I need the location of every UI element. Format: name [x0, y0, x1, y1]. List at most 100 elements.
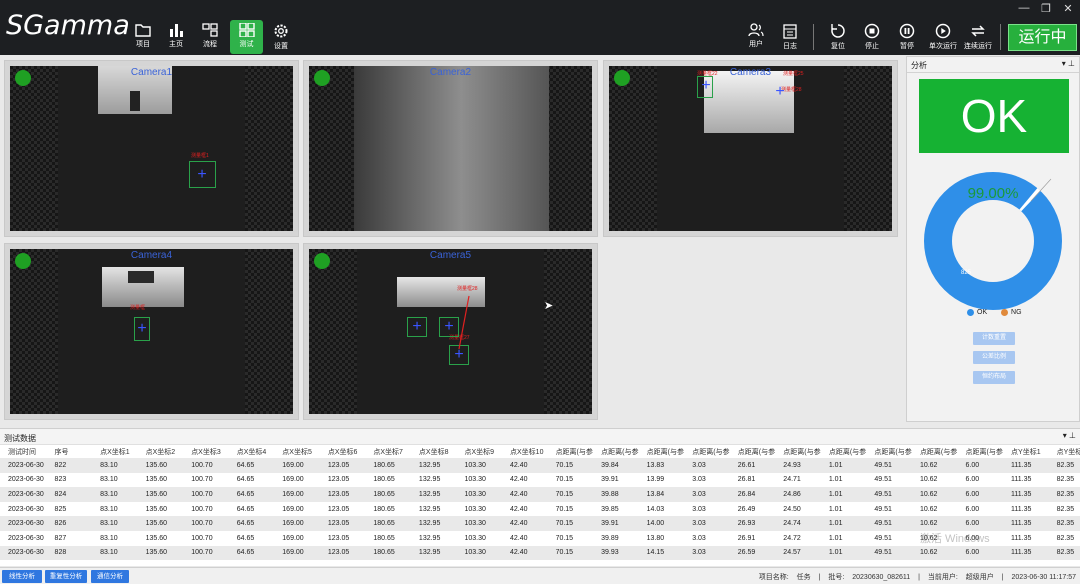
column-header[interactable]: 点X坐标4 [228, 445, 275, 458]
table-cell: 82.35 [1048, 516, 1080, 531]
table-cell: 10.62 [911, 545, 958, 561]
camera-1-feed[interactable]: Camera1 测量框1 + [10, 66, 293, 231]
column-header[interactable]: 点距离(与参 [866, 445, 912, 458]
user-button[interactable]: 用户 [741, 20, 771, 54]
restore-button[interactable]: ❐ [1038, 2, 1054, 15]
table-row[interactable]: 2023-06-30 823 83.10 135.60 100.70 64.65 169.0… [0, 472, 1080, 488]
column-header[interactable]: 点X坐标2 [137, 445, 184, 458]
column-header[interactable]: 点X坐标3 [183, 445, 229, 458]
camera-5-feed[interactable]: Camera5 测量框28 测量框27 + + + [309, 249, 592, 414]
column-header[interactable]: 点X坐标5 [274, 445, 320, 458]
table-cell: 39.93 [593, 545, 639, 561]
table-cell: 83.10 [92, 516, 138, 531]
table-cell: 180.65 [365, 458, 411, 473]
column-header[interactable]: 点距离(与参 [911, 445, 958, 458]
count-reset-button[interactable]: 计数重置 [973, 332, 1015, 345]
table-cell: 82.35 [1048, 501, 1080, 517]
pause-button[interactable]: 暂停 [892, 20, 922, 54]
column-header[interactable]: 点距离(与参 [547, 445, 594, 458]
column-header[interactable]: 点Y坐标1 [1003, 445, 1049, 458]
reset-button[interactable]: 复位 [823, 20, 853, 54]
run-status-button[interactable]: 运行中 [1008, 24, 1077, 51]
stop-button[interactable]: 停止 [857, 20, 887, 54]
table-cell: 3.03 [684, 487, 730, 502]
nav-test-button[interactable]: 测试 [230, 20, 263, 54]
nav-label: 流程 [203, 41, 217, 48]
table-row[interactable]: 2023-06-30 827 83.10 135.60 100.70 64.65 169.0… [0, 530, 1080, 546]
table-cell: 39.88 [593, 487, 639, 502]
table-cell: 39.85 [593, 501, 639, 517]
camera-4-feed[interactable]: Camera4 测量框 + [10, 249, 293, 414]
camera-title: Camera5 [429, 250, 472, 261]
column-header[interactable]: 点距离(与参 [775, 445, 821, 458]
nav-flow-button[interactable]: 流程 [195, 20, 225, 54]
column-header[interactable]: 点距离(与参 [820, 445, 867, 458]
column-header[interactable]: 点距离(与参 [638, 445, 685, 458]
table-cell: 169.00 [274, 516, 320, 531]
column-header[interactable]: 点距离(与参 [684, 445, 730, 458]
camera-3-feed[interactable]: Camera3 测量框22 测量框25 测量框28 + + [609, 66, 892, 231]
datetime: 2023-06-30 11:17:57 [1011, 574, 1076, 581]
nav-settings-button[interactable]: 设置 [266, 20, 296, 54]
column-header[interactable]: 测试时间 [0, 445, 47, 458]
column-header[interactable]: 序号 [46, 445, 93, 458]
table-cell: 49.51 [866, 516, 912, 531]
nav-home-button[interactable]: 主页 [161, 20, 191, 54]
current-user-value: 超级用户 [965, 574, 994, 581]
table-cell: 26.59 [729, 545, 776, 561]
activation-watermark: 激活 Windows [920, 533, 990, 545]
pin-icon[interactable]: ▾ ⊥ [1063, 431, 1076, 440]
table-row[interactable]: 2023-06-30 828 83.10 135.60 100.70 64.65 169.0… [0, 545, 1080, 561]
log-button[interactable]: 日志 [775, 20, 805, 54]
legend-ng-label: NG [1011, 309, 1022, 316]
continuous-run-button[interactable]: 连续运行 [963, 20, 993, 54]
column-header[interactable]: 点Y坐标2 [1048, 445, 1080, 458]
part-image [354, 66, 549, 231]
flow-icon [202, 23, 218, 37]
column-header[interactable]: 点距离(与参 [593, 445, 639, 458]
repeatability-analysis-button[interactable]: 重复性分析 [45, 570, 87, 583]
close-button[interactable]: ✕ [1060, 2, 1076, 15]
table-cell: 111.35 [1003, 458, 1049, 473]
column-header[interactable]: 点X坐标1 [92, 445, 138, 458]
table-cell: 169.00 [274, 545, 320, 561]
table-cell: 2023-06-30 [0, 545, 47, 561]
project-name-value: 任务 [796, 574, 811, 581]
table-row[interactable]: 2023-06-30 824 83.10 135.60 100.70 64.65 169.0… [0, 487, 1080, 502]
column-header[interactable]: 点距离(与参 [957, 445, 1004, 458]
table-cell: 824 [46, 487, 93, 502]
column-header[interactable]: 点X坐标8 [410, 445, 457, 458]
table-cell: 39.84 [593, 458, 639, 473]
table-cell: 135.60 [137, 516, 184, 531]
linear-analysis-button[interactable]: 线性分析 [2, 570, 42, 583]
table-cell: 64.65 [228, 487, 275, 502]
table-cell: 100.70 [183, 501, 229, 517]
column-header[interactable]: 点X坐标10 [502, 445, 548, 458]
table-cell: 169.00 [274, 530, 320, 546]
column-header[interactable]: 点X坐标7 [365, 445, 411, 458]
table-row[interactable]: 2023-06-30 822 83.10 135.60 100.70 64.65 169.0… [0, 458, 1080, 473]
table-cell: 10.62 [911, 516, 958, 531]
table-row[interactable]: 2023-06-30 826 83.10 135.60 100.70 64.65 169.0… [0, 516, 1080, 531]
table-cell: 70.15 [547, 487, 594, 502]
comm-analysis-button[interactable]: 通信分析 [91, 570, 129, 583]
table-cell: 6.00 [957, 545, 1004, 561]
table-cell: 26.84 [729, 487, 776, 502]
table-cell: 10.62 [911, 472, 958, 488]
column-header[interactable]: 点距离(与参 [729, 445, 776, 458]
table-cell: 169.00 [274, 501, 320, 517]
tolerance-ratio-button[interactable]: 公差比例 [973, 351, 1015, 364]
minimize-button[interactable]: — [1016, 2, 1032, 14]
table-cell: 135.60 [137, 487, 184, 502]
nav-label: 测试 [239, 41, 254, 48]
nav-project-button[interactable]: 项目 [128, 20, 158, 54]
column-header[interactable]: 点X坐标9 [456, 445, 503, 458]
column-header[interactable]: 点X坐标6 [319, 445, 366, 458]
pin-icon[interactable]: ▾ ⊥ [1062, 59, 1075, 68]
single-run-button[interactable]: 单次运行 [928, 20, 958, 54]
camera-2-feed[interactable]: Camera2 [309, 66, 592, 231]
roi-label: 测量框 [130, 305, 146, 311]
layout-button[interactable]: 恒约布局 [973, 371, 1015, 384]
table-row[interactable]: 2023-06-30 825 83.10 135.60 100.70 64.65 169.0… [0, 501, 1080, 517]
table-cell: 24.72 [775, 530, 821, 546]
